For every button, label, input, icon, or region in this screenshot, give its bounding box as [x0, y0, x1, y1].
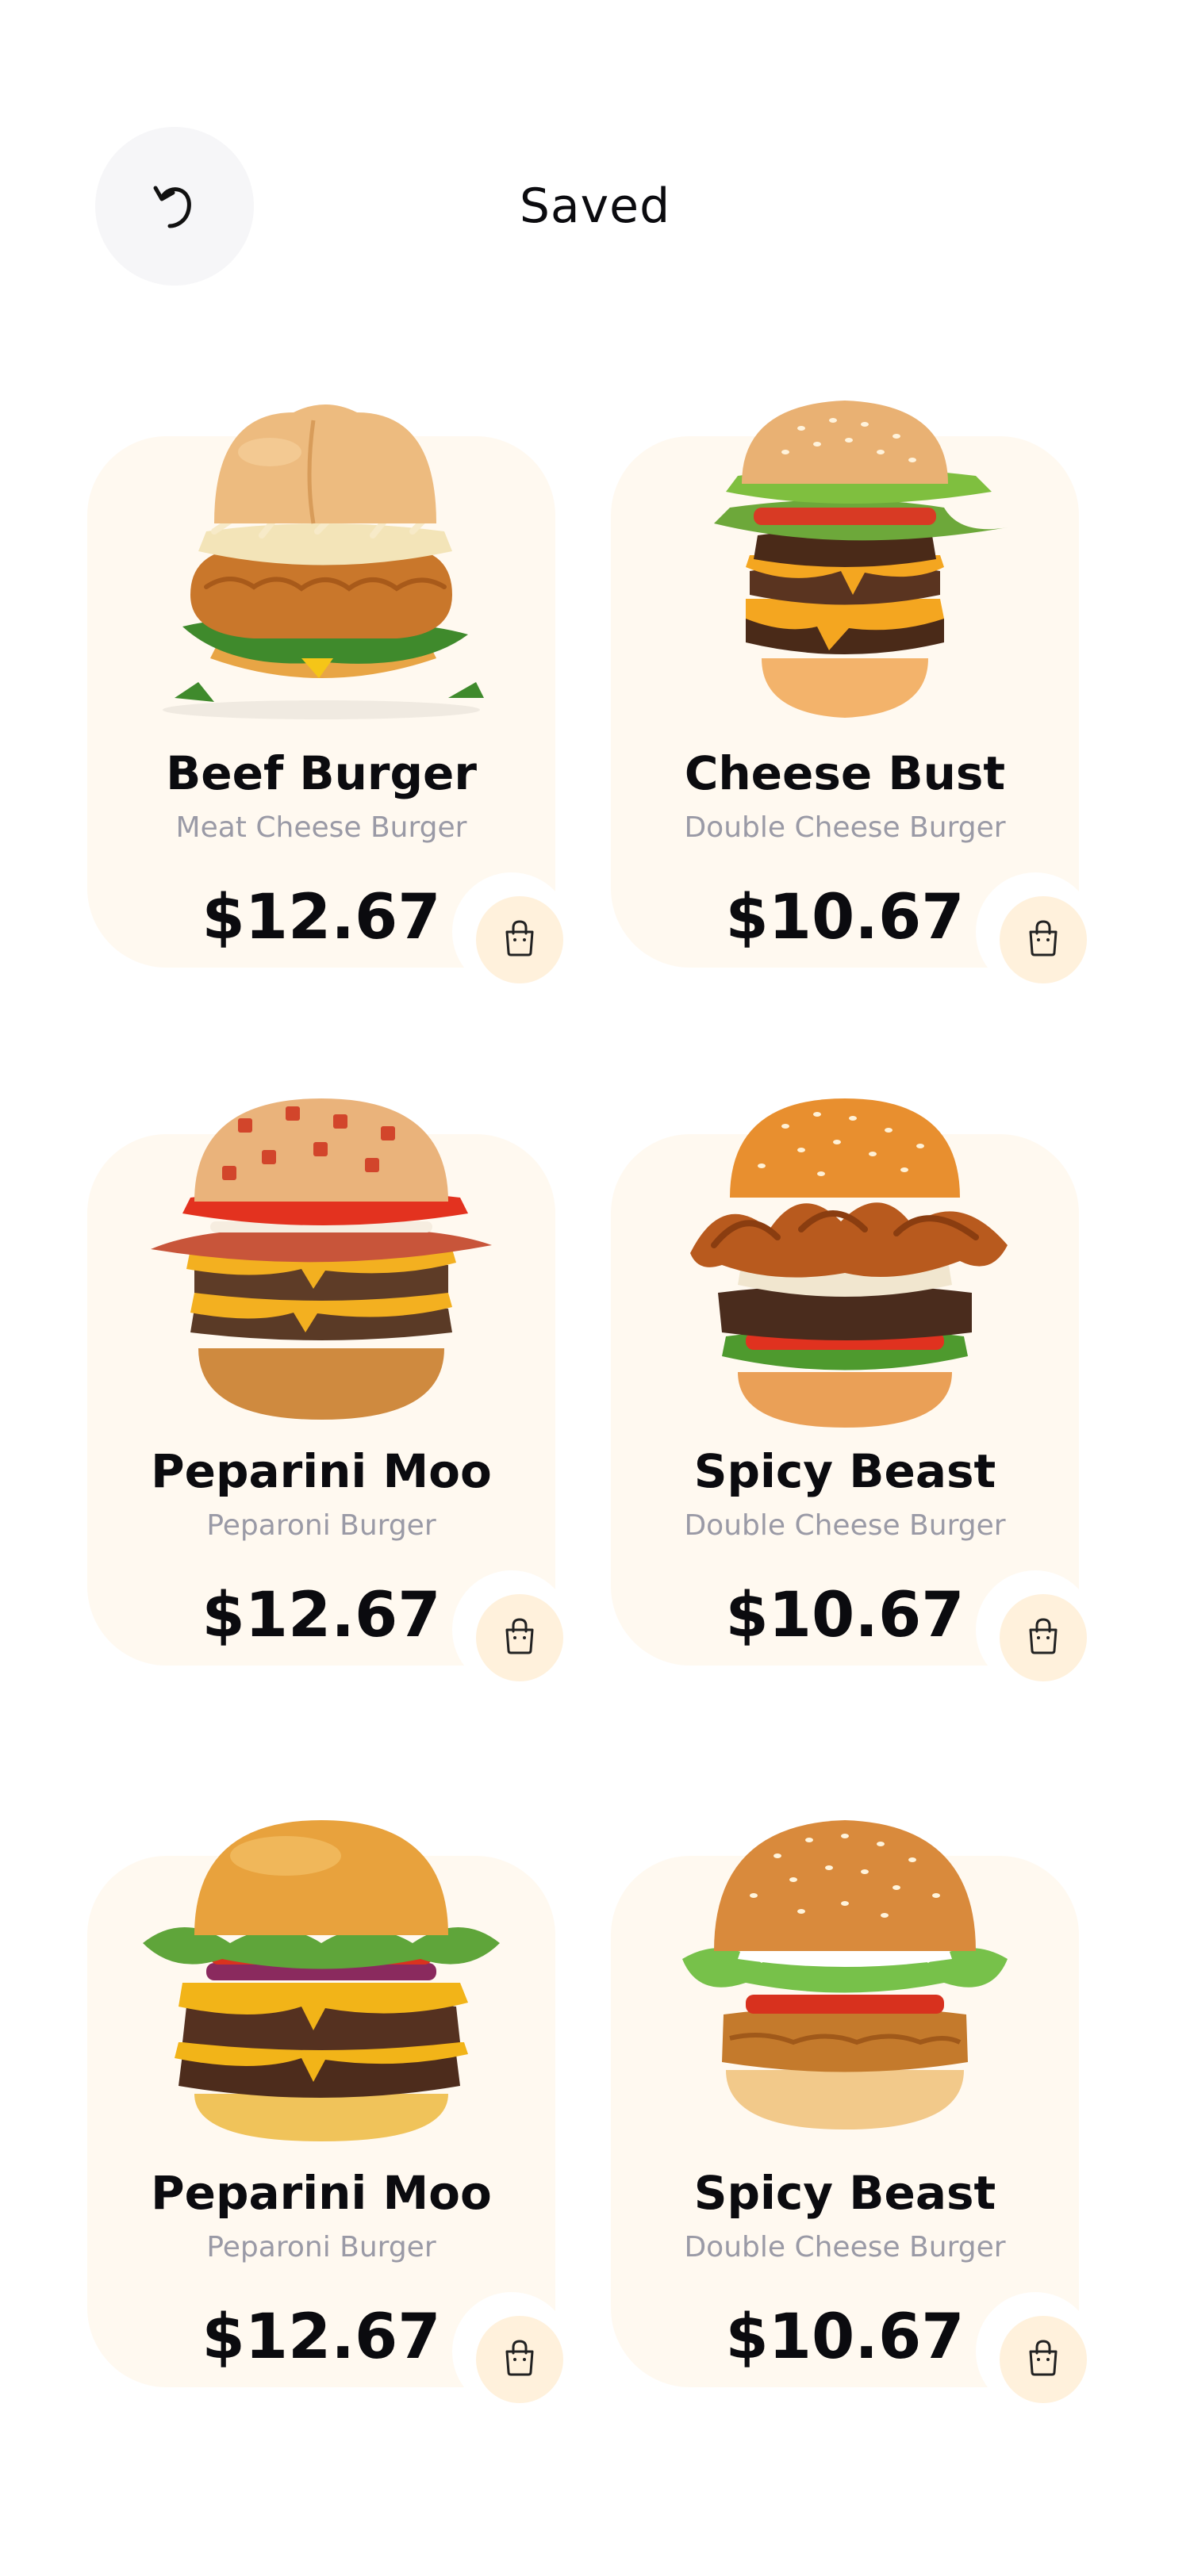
veggie-patty-burger-image	[658, 1816, 1031, 2149]
crispy-chicken-burger-image	[135, 397, 508, 730]
add-to-bag-button[interactable]	[476, 2316, 563, 2403]
product-name: Peparini Moo	[151, 1444, 492, 1498]
shopping-bag-icon	[502, 919, 537, 960]
product-name: Beef Burger	[166, 746, 477, 800]
product-name: Cheese Bust	[684, 746, 1006, 800]
product-subtitle: Meat Cheese Burger	[175, 811, 467, 844]
product-card[interactable]: Spicy Beast Double Cheese Burger $10.67	[611, 1094, 1095, 1689]
product-card[interactable]: Beef Burger Meat Cheese Burger $12.67	[87, 397, 571, 991]
product-subtitle: Double Cheese Burger	[684, 811, 1006, 844]
product-card[interactable]: Peparini Moo Peparoni Burger $12.67	[87, 1094, 571, 1689]
shopping-bag-icon	[1026, 919, 1061, 960]
shopping-bag-icon	[1026, 2339, 1061, 2380]
add-to-bag-button[interactable]	[476, 896, 563, 983]
double-patty-burger-image	[135, 1816, 508, 2149]
add-to-bag-button[interactable]	[476, 1594, 563, 1681]
product-name: Spicy Beast	[693, 1444, 996, 1498]
product-card[interactable]: Spicy Beast Double Cheese Burger $10.67	[611, 1816, 1095, 2411]
add-to-bag-button[interactable]	[1000, 1594, 1087, 1681]
product-subtitle: Double Cheese Burger	[684, 2231, 1006, 2264]
product-name: Peparini Moo	[151, 2166, 492, 2220]
pepperoni-bacon-burger-image	[135, 1094, 508, 1428]
add-to-bag-button[interactable]	[1000, 2316, 1087, 2403]
product-subtitle: Double Cheese Burger	[684, 1509, 1006, 1542]
product-subtitle: Peparoni Burger	[206, 2231, 436, 2264]
product-name: Spicy Beast	[693, 2166, 996, 2220]
product-subtitle: Peparoni Burger	[206, 1509, 436, 1542]
add-to-bag-button[interactable]	[1000, 896, 1087, 983]
shopping-bag-icon	[502, 1617, 537, 1658]
crispy-onion-burger-image	[658, 1094, 1031, 1428]
double-cheeseburger-image	[658, 397, 1031, 730]
shopping-bag-icon	[1026, 1617, 1061, 1658]
saved-items-grid: Beef Burger Meat Cheese Burger $12.67 Ch…	[0, 0, 1190, 2576]
product-card[interactable]: Cheese Bust Double Cheese Burger $10.67	[611, 397, 1095, 991]
shopping-bag-icon	[502, 2339, 537, 2380]
product-card[interactable]: Peparini Moo Peparoni Burger $12.67	[87, 1816, 571, 2411]
